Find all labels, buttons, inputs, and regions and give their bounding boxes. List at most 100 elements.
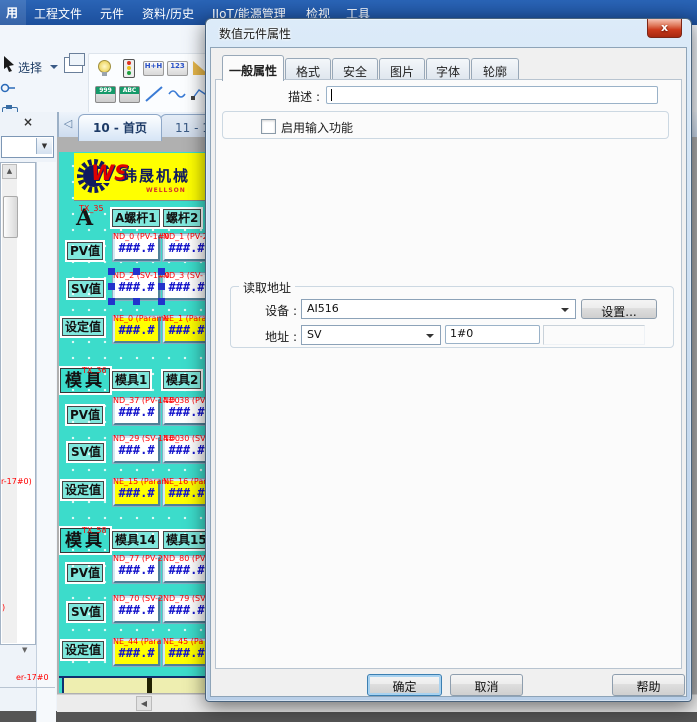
scroll-up-icon[interactable]: ▲: [2, 164, 17, 179]
select-dropdown-icon[interactable]: [50, 65, 58, 73]
tab-outline[interactable]: 轮廓: [471, 58, 519, 80]
scroll-thumb[interactable]: [3, 196, 18, 238]
text-display-icon[interactable]: ABC: [119, 84, 139, 104]
panel-scrollbar[interactable]: ▲: [2, 164, 17, 643]
address-value-input[interactable]: 1#0: [445, 325, 540, 344]
combo-arrow-icon[interactable]: ▼: [36, 138, 52, 154]
selection-handle[interactable]: [108, 268, 115, 275]
scroll-left-icon[interactable]: ◀: [136, 696, 152, 711]
element-label[interactable]: 螺杆2: [163, 209, 201, 227]
panel-close-icon[interactable]: ×: [20, 115, 36, 131]
annotation: ND_80 (PV: [163, 554, 205, 563]
annotation: r-17#0): [1, 477, 32, 486]
element-label[interactable]: 模具2: [163, 371, 201, 389]
annotation: ND_77 (PV-2: [113, 554, 163, 563]
left-dock-panel: × ▼ ▲ ▼: [0, 112, 59, 711]
read-address-legend: 读取地址: [239, 279, 295, 296]
traffic-light-icon[interactable]: [119, 58, 139, 78]
element-label[interactable]: 模具1: [112, 371, 150, 389]
settings-button[interactable]: 设置...: [581, 299, 657, 319]
dialog-body: 一般属性 格式 安全 图片 字体 轮廓 描述 : 启用输入功能 读取地址 设备 …: [210, 47, 687, 697]
curve-icon[interactable]: [168, 88, 188, 100]
row-label[interactable]: SV值: [68, 443, 104, 461]
annotation: ): [2, 603, 5, 612]
selection-handle[interactable]: [133, 298, 140, 305]
ok-button[interactable]: 确定: [367, 674, 442, 696]
row-label[interactable]: PV值: [67, 406, 103, 424]
help-button[interactable]: 帮助: [612, 674, 685, 696]
panel-divider: [0, 687, 55, 688]
line-icon[interactable]: [145, 86, 163, 102]
lamp-icon[interactable]: [95, 58, 115, 78]
selection-handle[interactable]: [108, 298, 115, 305]
logo-sub-text: WELLSON: [146, 187, 186, 194]
selection-handle[interactable]: [158, 298, 165, 305]
element-label[interactable]: 模具14: [112, 531, 159, 549]
annotation: ND_0 (PV-1#0: [113, 232, 170, 241]
node-tool-icon[interactable]: [0, 81, 16, 95]
annotation: ND_70 (SV-2: [113, 594, 163, 603]
tab-picture[interactable]: 图片: [379, 58, 425, 80]
element-label[interactable]: A螺杆1: [112, 209, 160, 227]
page-tab-home[interactable]: 10 - 首页: [78, 114, 162, 141]
annotation: TX_58: [82, 526, 107, 535]
selection-handle[interactable]: [108, 283, 115, 290]
annotation: NE_15 (Param: [113, 477, 169, 486]
row-label[interactable]: 设定值: [62, 318, 104, 336]
tab-scroll-left-icon[interactable]: ◁: [60, 115, 76, 133]
numeric-display-icon[interactable]: H+H: [143, 58, 163, 78]
row-label[interactable]: SV值: [68, 603, 104, 621]
row-label[interactable]: SV值: [68, 280, 104, 298]
device-select[interactable]: AI516: [301, 299, 576, 319]
tab-security[interactable]: 安全: [332, 58, 378, 80]
annotation: NE_0 (Parame: [113, 314, 169, 323]
element-label[interactable]: 模具15: [163, 531, 207, 549]
design-bottom-bar[interactable]: [62, 678, 206, 693]
logo-name-text: 玮晟机械: [122, 165, 190, 186]
address-label: 地址 :: [249, 328, 297, 345]
row-label[interactable]: 设定值: [62, 481, 104, 499]
panel-strip: [36, 162, 56, 722]
dialog-title: 数值元件属性: [219, 25, 291, 42]
selection-handle[interactable]: [158, 283, 165, 290]
panel-listbox[interactable]: ▲: [0, 162, 36, 645]
read-address-group: 读取地址 设备 : AI516 设置... 地址 : SV 1#0: [230, 286, 674, 348]
numeric-entry-icon[interactable]: 123: [167, 58, 187, 78]
selection-handle[interactable]: [133, 268, 140, 275]
row-label[interactable]: PV值: [67, 564, 103, 582]
design-page[interactable]: WS 玮晟机械 WELLSON ATX_35A螺杆1螺杆2PV值###.#ND_…: [59, 152, 207, 693]
company-logo[interactable]: WS 玮晟机械 WELLSON: [74, 153, 207, 201]
input-function-group: 启用输入功能: [222, 111, 669, 139]
tab-font[interactable]: 字体: [426, 58, 470, 80]
copy-window-icon[interactable]: [64, 57, 83, 73]
selection-handle[interactable]: [158, 268, 165, 275]
row-label[interactable]: 设定值: [62, 641, 104, 659]
enable-input-checkbox[interactable]: [261, 119, 276, 134]
panel-combobox[interactable]: ▼: [1, 136, 54, 158]
scroll-down-icon[interactable]: ▼: [22, 646, 27, 654]
tab-format[interactable]: 格式: [285, 58, 331, 80]
description-label: 描述 :: [256, 88, 320, 105]
cancel-button[interactable]: 取消: [450, 674, 523, 696]
address-type-select[interactable]: SV: [301, 325, 441, 345]
text-caret: [331, 89, 332, 101]
annotation: ND_1 (PV-2: [163, 232, 207, 241]
annotation: ND_3 (SV-: [163, 271, 203, 280]
annotation: NE_1 (Para: [163, 314, 206, 323]
select-tool-label[interactable]: 选择: [18, 59, 42, 76]
design-bar-notch: [147, 678, 152, 693]
select-cursor-icon[interactable]: [2, 56, 16, 72]
annotation: ND_79 (SV: [163, 594, 206, 603]
chevron-down-icon: [426, 334, 434, 342]
numeric-element-properties-dialog: 数值元件属性 x 一般属性 格式 安全 图片 字体 轮廓 描述 : 启用输入功能…: [205, 18, 692, 702]
dialog-close-icon[interactable]: x: [647, 19, 682, 38]
device-label: 设备 :: [249, 302, 297, 319]
annotation: NE_45 (Pa: [163, 637, 203, 646]
annotation: ND_30 (SV: [163, 434, 206, 443]
digits-display-icon[interactable]: 999: [95, 84, 115, 104]
annotation: ND_38 (PV: [163, 396, 205, 405]
tab-general[interactable]: 一般属性: [222, 55, 284, 81]
enable-input-label: 启用输入功能: [281, 119, 353, 136]
description-input[interactable]: [326, 86, 658, 104]
row-label[interactable]: PV值: [67, 242, 103, 260]
